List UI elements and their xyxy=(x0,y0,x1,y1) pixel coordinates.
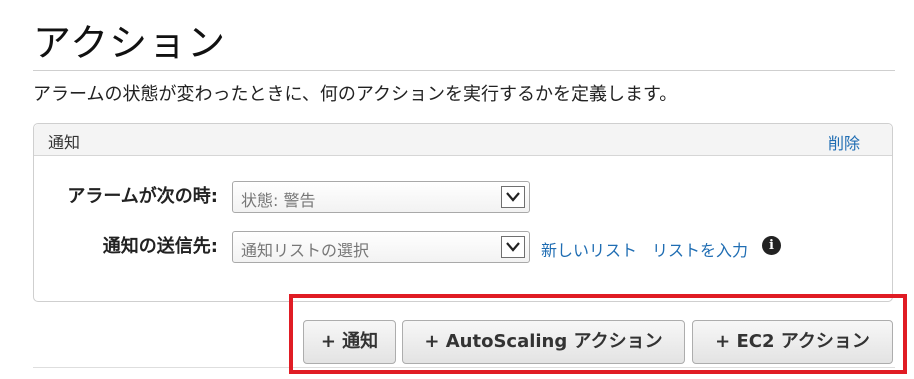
state-select[interactable]: 状態: 警告 xyxy=(232,181,530,213)
new-list-link[interactable]: 新しいリスト xyxy=(541,237,637,261)
delete-link[interactable]: 削除 xyxy=(828,130,860,154)
notification-panel: 通知 削除 アラームが次の時: 状態: 警告 通知の送信先: 通知リストの選択 … xyxy=(33,123,893,302)
info-icon[interactable]: i xyxy=(762,236,781,255)
actions-page: アクション アラームの状態が変わったときに、何のアクションを実行するかを定義しま… xyxy=(0,0,914,379)
state-select-value: 状態: 警告 xyxy=(241,191,316,210)
chevron-down-icon[interactable] xyxy=(501,186,525,208)
state-label: アラームが次の時: xyxy=(67,186,218,207)
enter-list-link[interactable]: リストを入力 xyxy=(652,237,748,261)
page-description: アラームの状態が変わったときに、何のアクションを実行するかを定義します。 xyxy=(33,84,678,105)
panel-header: 通知 削除 xyxy=(34,124,892,156)
highlight-box xyxy=(289,294,907,374)
send-to-label: 通知の送信先: xyxy=(102,236,218,257)
send-to-select[interactable]: 通知リストの選択 xyxy=(232,231,530,263)
panel-title: 通知 xyxy=(48,133,81,152)
send-to-select-value: 通知リストの選択 xyxy=(241,241,370,260)
title-divider xyxy=(33,70,895,71)
page-title: アクション xyxy=(33,21,227,65)
chevron-down-icon[interactable] xyxy=(501,236,525,258)
